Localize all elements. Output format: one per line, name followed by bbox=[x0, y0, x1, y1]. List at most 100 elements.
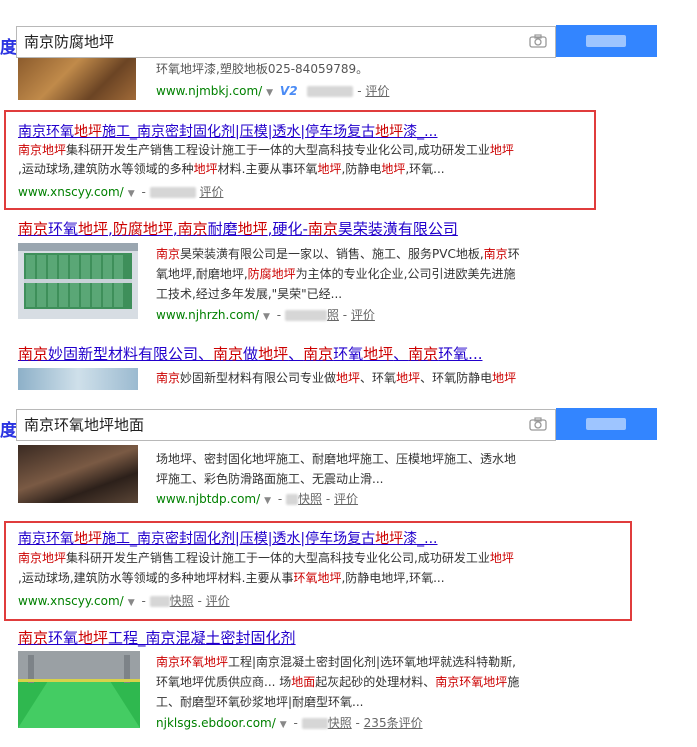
search-button-1[interactable] bbox=[556, 25, 657, 57]
search-input-2[interactable] bbox=[17, 410, 494, 438]
chevron-down-icon[interactable]: ▼ bbox=[280, 720, 287, 730]
result-url-1[interactable]: www.xnscyy.com/ bbox=[18, 185, 124, 199]
keyword-highlight: 地坪 bbox=[78, 629, 109, 647]
text-segment: ,硬化- bbox=[267, 220, 308, 238]
keyword-highlight: 地坪 bbox=[42, 143, 67, 157]
keyword-highlight: 南京 bbox=[18, 551, 43, 565]
text-segment: ,环氧... bbox=[405, 162, 445, 176]
result-url-4[interactable]: www.njbtdp.com/ bbox=[156, 492, 260, 506]
result-title-5[interactable]: 南京环氧地坪施工_南京密封固化剂|压模|透水|停车场复古地坪漆_... bbox=[18, 528, 438, 548]
text-segment: 妙固新型材料有限公司专业做 bbox=[180, 371, 337, 385]
v-badge[interactable]: V2 bbox=[280, 84, 298, 98]
keyword-highlight: 防腐地坪 bbox=[247, 267, 296, 281]
keyword-highlight: 南京 bbox=[18, 345, 49, 363]
review-link-6[interactable]: 235条评价 bbox=[364, 716, 423, 730]
text-segment: 施 bbox=[507, 675, 520, 689]
keyword-highlight: 地坪 bbox=[258, 345, 289, 363]
keyword-highlight: 地坪 bbox=[492, 371, 517, 385]
chevron-down-icon[interactable]: ▼ bbox=[264, 496, 271, 506]
blurred-text bbox=[149, 187, 196, 198]
camera-icon[interactable] bbox=[529, 417, 547, 431]
keyword-highlight: 南京环氧地坪 bbox=[156, 655, 229, 669]
result-title-6[interactable]: 南京环氧地坪工程_南京混凝土密封固化剂 bbox=[18, 627, 296, 648]
keyword-highlight: 地坪 bbox=[74, 124, 102, 140]
result-thumbnail-2[interactable] bbox=[18, 243, 138, 319]
chevron-down-icon[interactable]: ▼ bbox=[266, 88, 273, 98]
result-desc-6a: 南京环氧地坪工程|南京混凝土密封固化剂|选环氧地坪就选科特勒斯, bbox=[156, 653, 516, 672]
chevron-down-icon[interactable]: ▼ bbox=[128, 598, 135, 608]
text-segment: 环氧 bbox=[48, 220, 79, 238]
text-segment: 、环氧防静电 bbox=[420, 371, 493, 385]
keyword-highlight: 地坪 bbox=[396, 371, 421, 385]
keyword-highlight: 南京 bbox=[156, 247, 181, 261]
keyword-highlight: 南京 bbox=[307, 220, 338, 238]
result-thumbnail-top[interactable] bbox=[18, 56, 136, 100]
review-link-1[interactable]: 评价 bbox=[199, 185, 223, 199]
result-thumbnail-6[interactable] bbox=[18, 651, 140, 728]
search-input-1[interactable] bbox=[17, 27, 494, 55]
result-url-6[interactable]: njklsgs.ebdoor.com/ bbox=[156, 716, 276, 730]
keyword-highlight: 南京环氧地坪 bbox=[435, 675, 508, 689]
result-desc-2b: 氧地坪,耐磨地坪,防腐地坪为主体的专业化企业,公司引进欧美先进施 bbox=[156, 265, 515, 284]
snapshot-link-4[interactable]: 快照 bbox=[298, 492, 322, 506]
blurred-text bbox=[586, 418, 626, 430]
chevron-down-icon[interactable]: ▼ bbox=[263, 312, 270, 322]
result-url-line-6: njklsgs.ebdoor.com/▼ - 快照 - 235条评价 bbox=[156, 716, 423, 730]
chevron-down-icon[interactable]: ▼ bbox=[128, 189, 135, 199]
review-link-4[interactable]: 评价 bbox=[334, 492, 358, 506]
keyword-highlight: 南京 bbox=[18, 220, 49, 238]
text-segment: 起灰起砂的处理材料、 bbox=[315, 675, 436, 689]
blurred-text bbox=[149, 596, 170, 607]
result-desc-4b: 坪施工、彩色防滑路面施工、无震动止滑... bbox=[156, 472, 384, 486]
text-segment: 集科研开发生产销售工程设计施工于一体的大型高科技专业化公司,成功研发 bbox=[66, 143, 466, 157]
result-thumbnail-4[interactable] bbox=[18, 445, 138, 503]
text-segment: 环氧 bbox=[46, 124, 74, 140]
baidu-logo-fragment: 度 bbox=[0, 421, 17, 441]
snapshot-link-6[interactable]: 快照 bbox=[328, 716, 352, 730]
search-box-2[interactable] bbox=[16, 409, 556, 441]
text-segment: 耐磨 bbox=[207, 220, 238, 238]
keyword-highlight: 环氧地坪 bbox=[293, 571, 342, 585]
result-thumbnail-3[interactable] bbox=[18, 368, 138, 390]
search-bar-1: 度 bbox=[0, 25, 697, 59]
camera-icon[interactable] bbox=[529, 34, 547, 48]
blurred-text bbox=[307, 86, 354, 97]
keyword-highlight: 南京 bbox=[483, 247, 508, 261]
text-segment: ,运动球场,建筑防水等领域的多种 bbox=[18, 162, 194, 176]
text-segment: 环 bbox=[507, 247, 520, 261]
result-title-2[interactable]: 南京环氧地坪,防腐地坪,南京耐磨地坪,硬化-南京昊荣装潢有限公司 bbox=[18, 218, 458, 239]
text-segment: 环氧 bbox=[333, 345, 364, 363]
result-title-1[interactable]: 南京环氧地坪施工_南京密封固化剂|压模|透水|停车场复古地坪漆_... bbox=[18, 121, 438, 141]
keyword-highlight: 南京 bbox=[213, 345, 244, 363]
snapshot-link-5[interactable]: 快照 bbox=[170, 594, 194, 608]
text-segment: ,运动球场,建筑防水等领域的多种地坪材料.主要从事 bbox=[18, 571, 294, 585]
review-link[interactable]: 评价 bbox=[365, 84, 389, 98]
result-title-3[interactable]: 南京妙固新型材料有限公司、南京做地坪、南京环氧地坪、南京环氧... bbox=[18, 343, 482, 364]
snapshot-link-2[interactable]: 照 bbox=[327, 308, 339, 322]
keyword-highlight: 南京 bbox=[408, 345, 439, 363]
text-segment: 材料.主要从事环氧 bbox=[217, 162, 318, 176]
text-segment: 氧地坪,耐磨地坪, bbox=[156, 267, 248, 281]
text-segment: 环氧地坪优质供应商... 场 bbox=[156, 675, 292, 689]
keyword-highlight: 地坪 bbox=[336, 371, 361, 385]
text-segment: 集科研开发生产销售工程设计施工于一体的大型高科技专业化公司,成功研发 bbox=[66, 551, 466, 565]
review-link-5[interactable]: 评价 bbox=[206, 594, 230, 608]
text-segment: 环氧 bbox=[48, 629, 79, 647]
search-button-2[interactable] bbox=[556, 408, 657, 440]
review-link-2[interactable]: 评价 bbox=[351, 308, 375, 322]
text-segment: 南京 bbox=[18, 124, 46, 140]
result-url-2[interactable]: www.njhrzh.com/ bbox=[156, 308, 259, 322]
search-box-1[interactable] bbox=[16, 26, 556, 58]
text-segment: 做 bbox=[243, 345, 259, 363]
top-result-url[interactable]: www.njmbkj.com/ bbox=[156, 84, 262, 98]
keyword-highlight: 地坪 bbox=[489, 143, 514, 157]
result-desc-6b: 环氧地坪优质供应商... 场地面起灰起砂的处理材料、南京环氧地坪施 bbox=[156, 673, 519, 692]
page-divider bbox=[0, 395, 697, 407]
text-segment: 工程|南京混凝土密封固化剂|选环氧地坪就选科特勒斯, bbox=[228, 655, 516, 669]
keyword-highlight: 地坪 bbox=[42, 551, 67, 565]
result-url-5[interactable]: www.xnscyy.com/ bbox=[18, 594, 124, 608]
text-segment: 南京 bbox=[18, 531, 46, 547]
blurred-text bbox=[284, 310, 327, 321]
result-desc-3a: 南京妙固新型材料有限公司专业做地坪、环氧地坪、环氧防静电地坪 bbox=[156, 369, 516, 388]
text-segment: ,防静电 bbox=[341, 162, 382, 176]
